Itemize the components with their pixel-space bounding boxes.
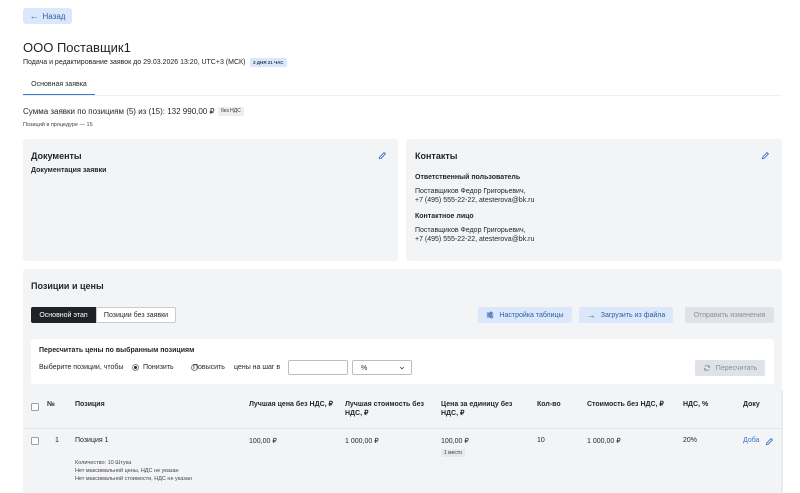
- documents-title: Документы: [31, 151, 82, 161]
- positions-title: Позиции и цены: [31, 281, 104, 291]
- responsible-user-contact: +7 (495) 555-22-22, atesterova@bk.ru: [415, 197, 535, 204]
- column-header-best-price: Лучшая цена без НДС, ₽: [249, 401, 333, 408]
- column-header-vat: НДС, %: [683, 401, 709, 408]
- documents-subtitle: Документация заявки: [31, 167, 107, 174]
- table-row: 1 Позиция 1 100,00 ₽ 1 000,00 ₽ 100,00 ₽…: [23, 429, 782, 493]
- select-all-checkbox[interactable]: [31, 403, 39, 411]
- application-sum: Сумма заявки по позициям (5) из (15): 13…: [23, 107, 215, 116]
- responsible-user-label: Ответственный пользователь: [415, 174, 521, 181]
- column-header-qty: Кол-во: [537, 401, 561, 408]
- column-header-num: №: [47, 401, 55, 408]
- row-best-cost: 1 000,00 ₽: [345, 438, 379, 445]
- back-button[interactable]: ← Назад: [23, 8, 72, 24]
- table-settings-button[interactable]: Настройка таблицы: [478, 307, 572, 323]
- back-button-label: Назад: [42, 11, 66, 21]
- vat-badge: без НДС: [218, 107, 244, 116]
- unit-select-value: %: [361, 365, 368, 372]
- contacts-title: Контакты: [415, 151, 458, 161]
- edit-row-icon[interactable]: [765, 437, 774, 446]
- column-header-cost: Стоимость без НДС, ₽: [587, 401, 664, 408]
- row-qty: 10: [537, 437, 545, 444]
- upload-from-file-label: Загрузить из файла: [600, 311, 666, 319]
- tab-main-application[interactable]: Основная заявка: [23, 78, 95, 95]
- positions-count: Позиций в процедуре — 15: [23, 122, 93, 128]
- arrow-left-icon: ←: [29, 10, 39, 21]
- row-note-max-price: Нет максимальной цены, НДС не указан: [75, 468, 179, 474]
- refresh-icon: [703, 364, 710, 372]
- decrease-label: Понизить: [143, 364, 174, 371]
- edit-contacts-icon[interactable]: [761, 151, 770, 160]
- tab-positions-without-application[interactable]: Позиции без заявки: [96, 307, 176, 323]
- row-checkbox[interactable]: [31, 437, 39, 445]
- column-header-docs: Доку: [743, 401, 760, 408]
- arrow-right-icon: →: [586, 310, 596, 320]
- contact-person-label: Контактное лицо: [415, 213, 474, 220]
- row-note-max-cost: Нет максимальной стоимости, НДС не указа…: [75, 476, 192, 482]
- documents-card: Документы Документация заявки: [23, 139, 398, 261]
- recalculate-label: Пересчитать: [715, 364, 758, 372]
- recalculate-button[interactable]: Пересчитать: [695, 360, 765, 376]
- recalculate-title: Пересчитать цены по выбранным позициям: [39, 347, 195, 354]
- row-place-badge: 1 место: [441, 449, 465, 457]
- deadline-text: Подача и редактирование заявок до 29.03.…: [23, 59, 246, 66]
- step-label: цены на шаг в: [234, 364, 281, 371]
- page-title: ООО Поставщик1: [23, 40, 131, 55]
- column-header-best-cost: Лучшая стоимость без НДС, ₽: [345, 401, 424, 417]
- tab-main-stage[interactable]: Основной этап: [31, 307, 96, 323]
- edit-documents-icon[interactable]: [378, 151, 387, 160]
- chevron-down-icon: [399, 366, 405, 370]
- column-header-position: Позиция: [75, 401, 105, 408]
- increase-label: Повысить: [193, 364, 225, 371]
- column-header-unit-price: Цена за единицу без НДС, ₽: [441, 401, 513, 417]
- step-input[interactable]: [288, 360, 348, 375]
- upload-from-file-button[interactable]: → Загрузить из файла: [579, 307, 673, 323]
- row-note-qty: Количество: 10 Штука: [75, 460, 132, 466]
- deadline-badge: 3 ДНЯ 21 ЧАС: [250, 58, 287, 67]
- table-settings-label: Настройка таблицы: [499, 311, 564, 319]
- send-changes-label: Отправить изменения: [693, 311, 766, 319]
- row-cost: 1 000,00 ₽: [587, 438, 621, 445]
- row-add-docs-link[interactable]: Доба: [743, 437, 759, 444]
- row-unit-price: 100,00 ₽: [441, 438, 469, 445]
- row-best-price: 100,00 ₽: [249, 438, 277, 445]
- row-num: 1: [55, 437, 59, 444]
- row-position-name: Позиция 1: [75, 437, 109, 444]
- sliders-icon: [487, 311, 494, 319]
- unit-select[interactable]: %: [352, 360, 412, 375]
- send-changes-button[interactable]: Отправить изменения: [685, 307, 774, 323]
- contacts-card: Контакты Ответственный пользователь Пост…: [406, 139, 782, 261]
- tabs-divider: [23, 95, 782, 96]
- recalculate-select-label: Выберите позиции, чтобы: [39, 364, 124, 371]
- row-vat: 20%: [683, 437, 698, 444]
- contact-person-contact: +7 (495) 555-22-22, atesterova@bk.ru: [415, 236, 535, 243]
- decrease-radio[interactable]: [132, 364, 139, 371]
